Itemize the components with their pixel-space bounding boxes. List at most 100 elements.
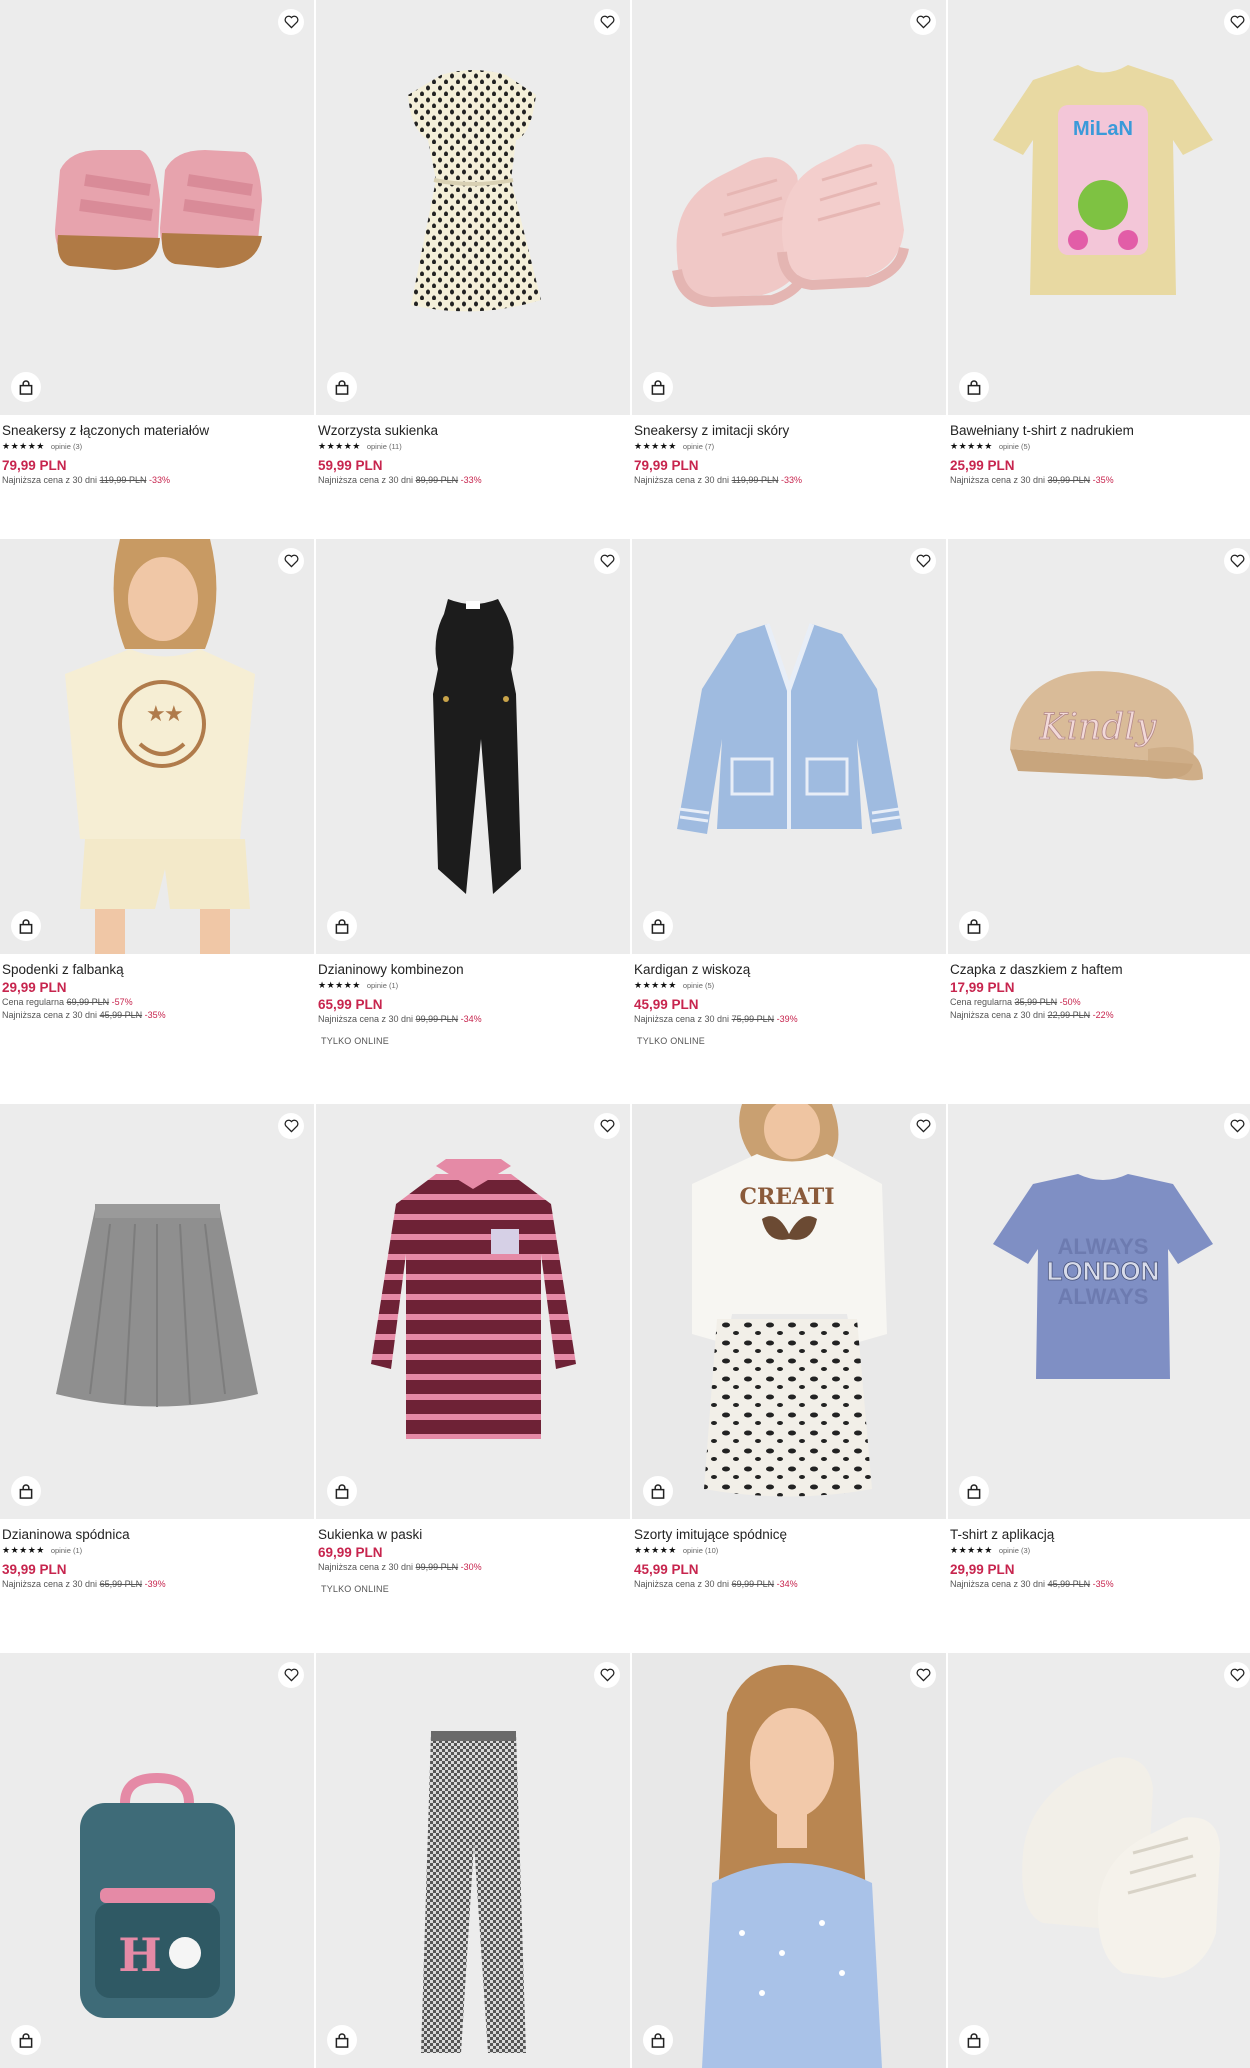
add-to-cart-bag-icon[interactable] — [959, 1476, 989, 1506]
wishlist-heart-icon[interactable] — [278, 1113, 304, 1139]
online-only-badge: TYLKO ONLINE — [321, 1584, 389, 1594]
product-rating: ★★★★★ opinie (1) — [2, 1545, 312, 1556]
opinions-count[interactable]: opinie (11) — [367, 442, 402, 451]
wishlist-heart-icon[interactable] — [1224, 1662, 1250, 1688]
product-title[interactable]: Sukienka w paski — [318, 1526, 628, 1543]
product-card[interactable] — [316, 1653, 630, 2068]
add-to-cart-bag-icon[interactable] — [643, 372, 673, 402]
product-image[interactable] — [316, 1104, 630, 1519]
opinions-count[interactable]: opinie (7) — [683, 442, 714, 451]
product-info: Wzorzysta sukienka ★★★★★ opinie (11) 59,… — [316, 415, 630, 487]
product-price: 59,99 PLN — [318, 458, 383, 473]
product-card[interactable] — [948, 1653, 1250, 2068]
product-card[interactable]: Sukienka w paski 69,99 PLN Najniższa cen… — [316, 1104, 630, 1594]
lowest-price-label: Najniższa cena z 30 dni — [2, 475, 98, 485]
wishlist-heart-icon[interactable] — [910, 1662, 936, 1688]
product-title[interactable]: Wzorzysta sukienka — [318, 422, 628, 439]
add-to-cart-bag-icon[interactable] — [11, 911, 41, 941]
product-title[interactable]: T-shirt z aplikacją — [950, 1526, 1250, 1543]
product-image[interactable]: ★ ★ — [0, 539, 314, 954]
wishlist-heart-icon[interactable] — [910, 1113, 936, 1139]
opinions-count[interactable]: opinie (3) — [51, 442, 82, 451]
lowest-price-info: Najniższa cena z 30 dni 39,99 PLN -35% — [950, 474, 1250, 487]
add-to-cart-bag-icon[interactable] — [643, 1476, 673, 1506]
rating-stars: ★★★★★ — [2, 1545, 45, 1555]
wishlist-heart-icon[interactable] — [594, 548, 620, 574]
product-title[interactable]: Czapka z daszkiem z haftem — [950, 961, 1250, 978]
add-to-cart-bag-icon[interactable] — [11, 372, 41, 402]
product-image[interactable] — [316, 539, 630, 954]
rating-stars: ★★★★★ — [318, 980, 361, 990]
add-to-cart-bag-icon[interactable] — [327, 911, 357, 941]
product-image[interactable]: ALWAYS LONDON ALWAYS — [948, 1104, 1250, 1519]
product-card[interactable]: ★ ★ Spodenki z falbanką 29,99 PLN Cena r… — [0, 539, 314, 1046]
product-image[interactable]: CREATI — [632, 1104, 946, 1519]
add-to-cart-bag-icon[interactable] — [327, 1476, 357, 1506]
product-image[interactable] — [0, 1104, 314, 1519]
product-title[interactable]: Szorty imitujące spódnicę — [634, 1526, 944, 1543]
product-image[interactable] — [0, 0, 314, 415]
lowest-price-info: Najniższa cena z 30 dni 89,99 PLN -33% — [318, 474, 628, 487]
add-to-cart-bag-icon[interactable] — [643, 911, 673, 941]
add-to-cart-bag-icon[interactable] — [11, 1476, 41, 1506]
wishlist-heart-icon[interactable] — [278, 9, 304, 35]
opinions-count[interactable]: opinie (1) — [367, 981, 398, 990]
product-card[interactable]: Dzianinowa spódnica ★★★★★ opinie (1) 39,… — [0, 1104, 314, 1594]
product-card[interactable]: Sneakersy z imitacji skóry ★★★★★ opinie … — [632, 0, 946, 487]
product-title[interactable]: Dzianinowa spódnica — [2, 1526, 312, 1543]
wishlist-heart-icon[interactable] — [1224, 548, 1250, 574]
product-image[interactable]: MiLaN — [948, 0, 1250, 415]
product-title[interactable]: Sneakersy z łączonych materiałów — [2, 422, 312, 439]
product-title[interactable]: Dzianinowy kombinezon — [318, 961, 628, 978]
product-image[interactable] — [316, 0, 630, 415]
product-card[interactable]: ALWAYS LONDON ALWAYS T-shirt z aplikacją… — [948, 1104, 1250, 1594]
product-title[interactable]: Sneakersy z imitacji skóry — [634, 422, 944, 439]
product-title[interactable]: Bawełniany t-shirt z nadrukiem — [950, 422, 1250, 439]
add-to-cart-bag-icon[interactable] — [327, 372, 357, 402]
opinions-count[interactable]: opinie (1) — [51, 1546, 82, 1555]
product-title[interactable]: Spodenki z falbanką — [2, 961, 312, 978]
opinions-count[interactable]: opinie (5) — [683, 981, 714, 990]
lowest-price: 22,99 PLN — [1047, 1010, 1091, 1020]
product-card[interactable]: Sneakersy z łączonych materiałów ★★★★★ o… — [0, 0, 314, 487]
discount-percent: -35% — [1092, 475, 1114, 485]
product-info: Dzianinowa spódnica ★★★★★ opinie (1) 39,… — [0, 1519, 314, 1591]
wishlist-heart-icon[interactable] — [594, 1113, 620, 1139]
product-image[interactable] — [632, 539, 946, 954]
wishlist-heart-icon[interactable] — [594, 9, 620, 35]
product-title[interactable]: Kardigan z wiskozą — [634, 961, 944, 978]
product-card[interactable] — [632, 1653, 946, 2068]
product-image[interactable] — [948, 1653, 1250, 2068]
product-price: 45,99 PLN — [634, 997, 699, 1012]
product-card[interactable]: Kardigan z wiskozą ★★★★★ opinie (5) 45,9… — [632, 539, 946, 1046]
opinions-count[interactable]: opinie (10) — [683, 1546, 718, 1555]
product-card[interactable]: MiLaN Bawełniany t-shirt z nadrukiem ★★★… — [948, 0, 1250, 487]
regular-price-label: Cena regularna — [950, 997, 1013, 1007]
product-card[interactable]: CREATI Szorty imitujące spódnicę ★★★★★ o… — [632, 1104, 946, 1594]
wishlist-heart-icon[interactable] — [594, 1662, 620, 1688]
discount-percent: -39% — [776, 1014, 798, 1024]
product-info: Dzianinowy kombinezon ★★★★★ opinie (1) 6… — [316, 954, 630, 1046]
lowest-price: 119,99 PLN — [731, 475, 779, 485]
wishlist-heart-icon[interactable] — [910, 548, 936, 574]
product-image[interactable] — [316, 1653, 630, 2068]
product-image[interactable] — [632, 0, 946, 415]
wishlist-heart-icon[interactable] — [910, 9, 936, 35]
lowest-price-info: Najniższa cena z 30 dni 99,99 PLN -34% — [318, 1013, 628, 1026]
wishlist-heart-icon[interactable] — [1224, 1113, 1250, 1139]
product-card[interactable]: Wzorzysta sukienka ★★★★★ opinie (11) 59,… — [316, 0, 630, 487]
wishlist-heart-icon[interactable] — [278, 1662, 304, 1688]
add-to-cart-bag-icon[interactable] — [959, 911, 989, 941]
product-card[interactable]: Kindly Czapka z daszkiem z haftem 17,99 … — [948, 539, 1250, 1046]
opinions-count[interactable]: opinie (5) — [999, 442, 1030, 451]
product-card[interactable]: Dzianinowy kombinezon ★★★★★ opinie (1) 6… — [316, 539, 630, 1046]
product-price: 69,99 PLN — [318, 1545, 383, 1560]
add-to-cart-bag-icon[interactable] — [959, 372, 989, 402]
wishlist-heart-icon[interactable] — [1224, 9, 1250, 35]
opinions-count[interactable]: opinie (3) — [999, 1546, 1030, 1555]
product-image[interactable]: Kindly — [948, 539, 1250, 954]
product-image[interactable]: H — [0, 1653, 314, 2068]
wishlist-heart-icon[interactable] — [278, 548, 304, 574]
product-card[interactable]: H — [0, 1653, 314, 2068]
product-image[interactable] — [632, 1653, 946, 2068]
